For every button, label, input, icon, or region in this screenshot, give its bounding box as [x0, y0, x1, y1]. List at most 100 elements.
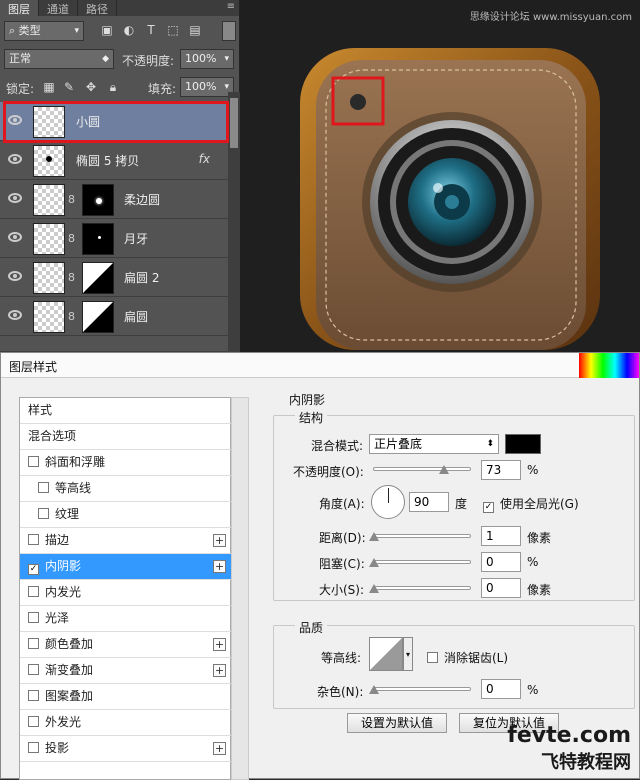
distance-slider-knob[interactable] — [369, 532, 379, 541]
checkbox[interactable] — [28, 586, 39, 597]
tab-channels[interactable]: 通道 — [39, 0, 78, 16]
checkbox[interactable] — [427, 652, 438, 663]
global-light-label: 使用全局光(G) — [500, 497, 579, 511]
chevron-down-icon[interactable]: ▾ — [403, 637, 413, 671]
opacity-input[interactable]: 100% ▾ — [180, 49, 234, 69]
antialias-checkbox[interactable]: 消除锯齿(L) — [427, 649, 508, 666]
layer-row[interactable]: 8 扁圆 2 — [0, 258, 228, 297]
checkbox[interactable] — [38, 508, 49, 519]
angle-dial[interactable] — [371, 485, 405, 519]
style-item-stroke[interactable]: 描边 + — [20, 528, 232, 554]
layer-row[interactable]: 8 月牙 — [0, 219, 228, 258]
add-icon[interactable]: + — [213, 664, 226, 677]
filter-smart-object-icon[interactable]: ▤ — [188, 23, 202, 37]
eye-icon[interactable] — [8, 232, 22, 242]
layer-row[interactable] — [0, 336, 228, 352]
style-item-texture[interactable]: 纹理 — [20, 502, 232, 528]
lock-brush-icon[interactable]: ✎ — [62, 80, 76, 94]
layer-name: 月牙 — [124, 232, 149, 246]
global-light-checkbox[interactable]: ✓ 使用全局光(G) — [483, 495, 579, 513]
style-item-pattern-overlay[interactable]: 图案叠加 — [20, 684, 232, 710]
style-item-styles[interactable]: 样式 — [20, 398, 232, 424]
layer-mask-thumbnail[interactable] — [82, 223, 114, 255]
checkbox[interactable] — [28, 716, 39, 727]
size-slider[interactable] — [373, 586, 471, 590]
checkbox[interactable] — [28, 638, 39, 649]
checkbox[interactable] — [28, 456, 39, 467]
layer-row[interactable]: 8 扁圆 — [0, 297, 228, 336]
style-item-satin[interactable]: 光泽 — [20, 606, 232, 632]
layer-row[interactable]: 8 柔边圆 — [0, 180, 228, 219]
style-item-contour[interactable]: 等高线 — [20, 476, 232, 502]
layer-mask-thumbnail[interactable] — [82, 301, 114, 333]
lock-all-icon[interactable]: 🔒︎ — [106, 80, 120, 94]
layers-scrollbar[interactable] — [228, 92, 240, 352]
style-item-drop-shadow[interactable]: 投影 + — [20, 736, 232, 762]
style-item-gradient-overlay[interactable]: 渐变叠加 + — [20, 658, 232, 684]
style-item-bevel-emboss[interactable]: 斜面和浮雕 — [20, 450, 232, 476]
choke-slider-knob[interactable] — [369, 558, 379, 567]
checkbox-checked[interactable]: ✓ — [28, 564, 39, 575]
opacity-slider-knob[interactable] — [439, 465, 449, 474]
filter-shape-icon[interactable]: ⬚ — [166, 23, 180, 37]
eye-icon[interactable] — [8, 193, 22, 203]
choke-slider[interactable] — [373, 560, 471, 564]
eye-icon[interactable] — [8, 154, 22, 164]
layer-mask-thumbnail[interactable] — [82, 262, 114, 294]
distance-input[interactable]: 1 — [481, 526, 521, 546]
checkbox[interactable] — [28, 690, 39, 701]
lock-move-icon[interactable]: ✥ — [84, 80, 98, 94]
style-item-inner-glow[interactable]: 内发光 — [20, 580, 232, 606]
opacity-slider[interactable] — [373, 467, 471, 471]
contour-preview[interactable] — [369, 637, 403, 671]
style-item-color-overlay[interactable]: 颜色叠加 + — [20, 632, 232, 658]
add-icon[interactable]: + — [213, 742, 226, 755]
scrollbar-thumb[interactable] — [230, 98, 238, 148]
quality-title: 品质 — [295, 619, 328, 636]
add-icon[interactable]: + — [213, 560, 226, 573]
filter-pixel-icon[interactable]: ▣ — [100, 23, 114, 37]
blend-mode-dropdown[interactable]: 正常 ◆ — [4, 49, 114, 69]
style-item-blending-options[interactable]: 混合选项 — [20, 424, 232, 450]
style-list: 样式 混合选项 斜面和浮雕 等高线 纹理 描边 + ✓ 内阴影 + 内发光 光泽 颜色… — [19, 397, 232, 780]
lock-transparent-icon[interactable]: ▦ — [42, 80, 56, 94]
distance-slider[interactable] — [373, 534, 471, 538]
layer-row[interactable]: 椭圆 5 拷贝 fx — [0, 141, 228, 180]
tab-layers[interactable]: 图层 — [0, 0, 39, 16]
style-item-inner-shadow[interactable]: ✓ 内阴影 + — [20, 554, 232, 580]
angle-input[interactable]: 90 — [409, 492, 449, 512]
checkbox-checked[interactable]: ✓ — [483, 502, 494, 513]
shadow-color-swatch[interactable] — [505, 434, 541, 454]
noise-slider[interactable] — [373, 687, 471, 691]
size-slider-knob[interactable] — [369, 584, 379, 593]
checkbox[interactable] — [38, 482, 49, 493]
filter-type-icon[interactable]: T — [144, 23, 158, 37]
tab-paths[interactable]: 路径 — [78, 0, 117, 16]
eye-icon[interactable] — [8, 310, 22, 320]
checkbox[interactable] — [28, 612, 39, 623]
panel-menu-icon[interactable]: ≡ — [227, 1, 235, 12]
filter-adjustment-icon[interactable]: ◐ — [122, 23, 136, 37]
filter-toggle[interactable] — [222, 21, 236, 41]
fill-input[interactable]: 100% ▾ — [180, 77, 234, 97]
link-icon: 8 — [68, 232, 75, 245]
noise-input[interactable]: 0 — [481, 679, 521, 699]
add-icon[interactable]: + — [213, 534, 226, 547]
add-icon[interactable]: + — [213, 638, 226, 651]
eye-icon[interactable] — [8, 271, 22, 281]
size-input[interactable]: 0 — [481, 578, 521, 598]
layer-mask-thumbnail[interactable] — [82, 184, 114, 216]
opacity-input[interactable]: 73 — [481, 460, 521, 480]
checkbox[interactable] — [28, 742, 39, 753]
filter-kind-dropdown[interactable]: ⌕ 类型 ▾ — [4, 21, 84, 41]
distance-label: 距离(D): — [319, 531, 366, 545]
blend-mode-select[interactable]: 正片叠底 ⬍ — [369, 434, 499, 454]
style-list-scrollbar[interactable] — [231, 397, 249, 780]
choke-input[interactable]: 0 — [481, 552, 521, 572]
set-default-button[interactable]: 设置为默认值 — [347, 713, 447, 733]
noise-slider-knob[interactable] — [369, 685, 379, 694]
checkbox[interactable] — [28, 534, 39, 545]
fx-icon[interactable]: fx — [199, 152, 210, 166]
style-item-outer-glow[interactable]: 外发光 — [20, 710, 232, 736]
checkbox[interactable] — [28, 664, 39, 675]
